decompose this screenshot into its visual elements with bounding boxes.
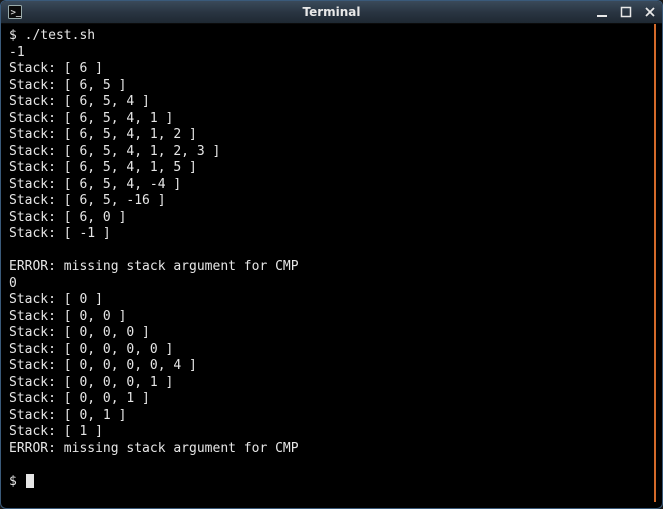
terminal-viewport[interactable]: $ ./test.sh -1 Stack: [ 6 ] Stack: [ 6, … (7, 24, 656, 502)
output-line: Stack: [ 0 ] (9, 292, 103, 307)
output-line: Stack: [ -1 ] (9, 226, 111, 241)
output-line: ERROR: missing stack argument for CMP (9, 441, 299, 456)
output-line: ERROR: missing stack argument for CMP (9, 259, 299, 274)
minimize-button[interactable] (594, 4, 610, 20)
prompt: $ (9, 28, 25, 43)
output-line: Stack: [ 6 ] (9, 61, 103, 76)
output-line: Stack: [ 0, 0, 0 ] (9, 325, 150, 340)
output-line: Stack: [ 6, 5, -16 ] (9, 193, 166, 208)
output-line: Stack: [ 6, 5, 4, 1, 5 ] (9, 160, 197, 175)
output-line: Stack: [ 6, 5, 4, 1, 2 ] (9, 127, 197, 142)
output-line: Stack: [ 0, 0, 1 ] (9, 391, 150, 406)
output-line: Stack: [ 6, 0 ] (9, 210, 126, 225)
command: ./test.sh (25, 28, 95, 43)
cursor (26, 474, 34, 488)
output-line: Stack: [ 6, 5 ] (9, 78, 126, 93)
maximize-button[interactable] (618, 4, 634, 20)
output-line: -1 (9, 45, 25, 60)
close-button[interactable] (642, 4, 658, 20)
output-line: Stack: [ 0, 0 ] (9, 309, 126, 324)
output-line: Stack: [ 0, 0, 0, 0 ] (9, 342, 173, 357)
terminal-window: >_ Terminal $ ./test.sh -1 Stack: [ 6 ] … (0, 0, 663, 509)
window-title: Terminal (1, 5, 662, 19)
output-line: Stack: [ 6, 5, 4, -4 ] (9, 177, 181, 192)
output-line: Stack: [ 6, 5, 4, 1 ] (9, 111, 173, 126)
output-line: 0 (9, 276, 17, 291)
terminal-icon: >_ (7, 4, 23, 20)
titlebar: >_ Terminal (1, 1, 662, 24)
window-controls (594, 1, 658, 23)
output-line: Stack: [ 1 ] (9, 424, 103, 439)
terminal-output: $ ./test.sh -1 Stack: [ 6 ] Stack: [ 6, … (9, 28, 652, 490)
svg-text:>_: >_ (11, 8, 22, 18)
output-line: Stack: [ 0, 0, 0, 0, 4 ] (9, 358, 197, 373)
output-line: Stack: [ 6, 5, 4 ] (9, 94, 150, 109)
output-line: Stack: [ 6, 5, 4, 1, 2, 3 ] (9, 144, 220, 159)
output-line: Stack: [ 0, 0, 0, 1 ] (9, 375, 173, 390)
prompt: $ (9, 474, 25, 489)
output-line: Stack: [ 0, 1 ] (9, 408, 126, 423)
